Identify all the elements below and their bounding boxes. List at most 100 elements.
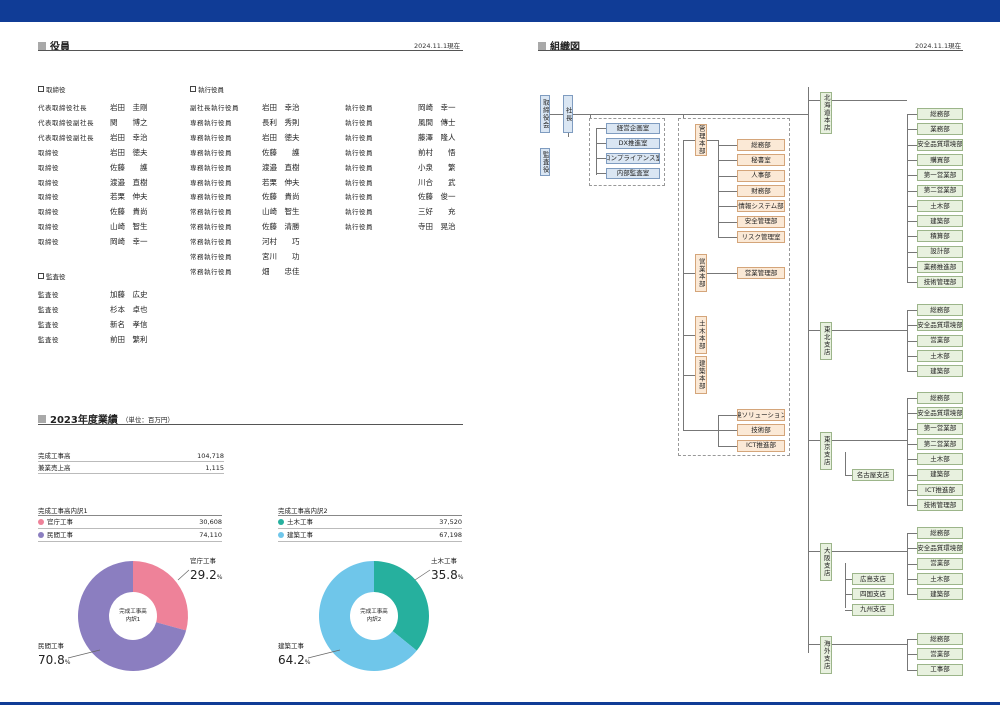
pie2-a-pct: 35.8%	[431, 564, 463, 583]
dept-box: 技術管理部	[917, 499, 963, 512]
officer-row: 取締役 渡邉 直樹	[38, 178, 148, 188]
staff-box: コンプライアンス室	[606, 153, 660, 164]
perf-row: 兼業売上高 1,115	[38, 462, 224, 474]
officer-name: 岩田 幸治	[262, 103, 300, 112]
dept-box: 総務部	[737, 139, 785, 151]
officer-position: 常務執行役員	[190, 267, 232, 276]
officer-position: 代表取締役社長	[38, 104, 87, 112]
officer-position: 代表取締役副社長	[38, 133, 94, 142]
org-rule	[538, 50, 963, 51]
dept-box: ICT推進部	[917, 483, 963, 496]
officer-row: 常務執行役員 佐藤 清勝	[190, 222, 300, 232]
dept-box: 営業管理部	[737, 267, 785, 279]
officers-label-text: 執行役員	[198, 86, 224, 94]
dept-box: 第二営業部	[917, 184, 963, 197]
connector-line	[907, 114, 917, 115]
dept-box: 建築部	[917, 588, 963, 601]
connector-line	[832, 100, 907, 101]
officer-row: 執行役員 寺田 晃治	[345, 222, 456, 232]
officers-date: 2024.11.1現在	[414, 42, 461, 50]
pct-unit: %	[457, 574, 464, 581]
dept-box: 総務部	[917, 527, 963, 539]
connector-line	[808, 87, 809, 653]
officer-name: 渡邉 直樹	[110, 177, 148, 187]
pct-number: 70.8	[38, 653, 65, 667]
officer-row: 専務執行役員 佐藤 護	[190, 148, 300, 158]
pct-unit: %	[216, 574, 223, 581]
officer-position: 常務執行役員	[190, 208, 232, 217]
connector-line	[907, 282, 917, 284]
officer-position: 執行役員	[345, 193, 373, 202]
officer-name: 加藤 広史	[110, 290, 148, 299]
officer-row: 監査役 杉本 卓也	[38, 305, 148, 315]
dept-box: ICT推進部	[737, 439, 785, 452]
dept-box: 業務部	[917, 123, 963, 136]
officer-position: 常務執行役員	[190, 238, 232, 247]
connector-line	[907, 114, 908, 283]
connector-line	[808, 644, 820, 645]
connector-line	[718, 190, 737, 192]
pie2-legend-row: 土木工事 37,520	[278, 516, 462, 529]
branch-box: 四国支店	[852, 588, 894, 601]
officer-position: 執行役員	[345, 148, 373, 157]
officer-name: 小泉 繁	[418, 162, 456, 172]
pie1-title: 完成工事高内訳1	[38, 507, 88, 515]
perf-value: 104,718	[197, 452, 224, 460]
connector-line	[707, 273, 737, 274]
dept-box: 土木部	[917, 349, 963, 362]
checkbox-icon	[38, 86, 44, 92]
officer-position: 専務執行役員	[190, 133, 232, 142]
officer-row: 執行役員 川合 武	[345, 178, 456, 188]
connector-line	[718, 140, 719, 238]
connector-line	[718, 206, 737, 208]
officer-name: 前田 繁利	[110, 334, 148, 344]
officer-position: 常務執行役員	[190, 223, 232, 232]
board-box: 取締役会	[540, 95, 550, 133]
connector-line	[808, 440, 820, 441]
perf-label: 兼業売上高	[38, 464, 71, 472]
officer-position: 取締役	[38, 193, 59, 202]
officers-rule	[38, 50, 463, 51]
officer-position: 専務執行役員	[190, 118, 232, 127]
connector-line	[845, 594, 852, 596]
dot-icon	[278, 519, 284, 525]
officer-position: 専務執行役員	[190, 178, 232, 187]
officer-row: 執行役員 藤澤 隆人	[345, 133, 456, 143]
connector-line	[808, 100, 820, 101]
officer-row: 執行役員 三好 充	[345, 207, 456, 217]
connector-line	[683, 114, 684, 118]
pie2-slice-0	[374, 561, 429, 651]
connector-line	[832, 644, 907, 645]
connector-line	[845, 452, 846, 475]
dept-box: 総務部	[917, 108, 963, 120]
dept-box: 技術部	[737, 424, 785, 437]
square-icon	[38, 414, 46, 423]
legend-value: 37,520	[439, 518, 462, 526]
officer-row: 専務執行役員 渡邉 直樹	[190, 163, 300, 173]
connector-line	[907, 205, 917, 207]
connector-line	[907, 489, 917, 491]
officer-position: 執行役員	[345, 223, 373, 232]
connector-line	[907, 340, 917, 342]
officer-position: 執行役員	[345, 178, 373, 187]
checkbox-icon	[190, 86, 196, 92]
dept-box: 積算部	[917, 230, 963, 243]
officer-position: 監査役	[38, 305, 59, 314]
pie2-center: 完成工事高 内訳2	[351, 608, 397, 624]
officer-position: 取締役	[38, 163, 59, 172]
checkbox-icon	[38, 273, 44, 279]
connector-line	[590, 114, 591, 118]
connector-line	[683, 430, 718, 431]
officer-position: 監査役	[38, 320, 59, 329]
bottom-rule	[0, 702, 1000, 705]
connector-line	[907, 129, 917, 131]
dept-box: 土木部	[917, 199, 963, 212]
dept-box: 総務部	[917, 392, 963, 404]
legend-label: 民間工事	[47, 531, 73, 539]
officer-row: 代表取締役副社長 関 博之	[38, 118, 148, 128]
perf-rule	[38, 424, 463, 425]
connector-line	[907, 267, 917, 268]
connector-line	[907, 459, 917, 461]
officer-name: 三好 充	[418, 207, 456, 217]
connector-line	[718, 236, 737, 238]
